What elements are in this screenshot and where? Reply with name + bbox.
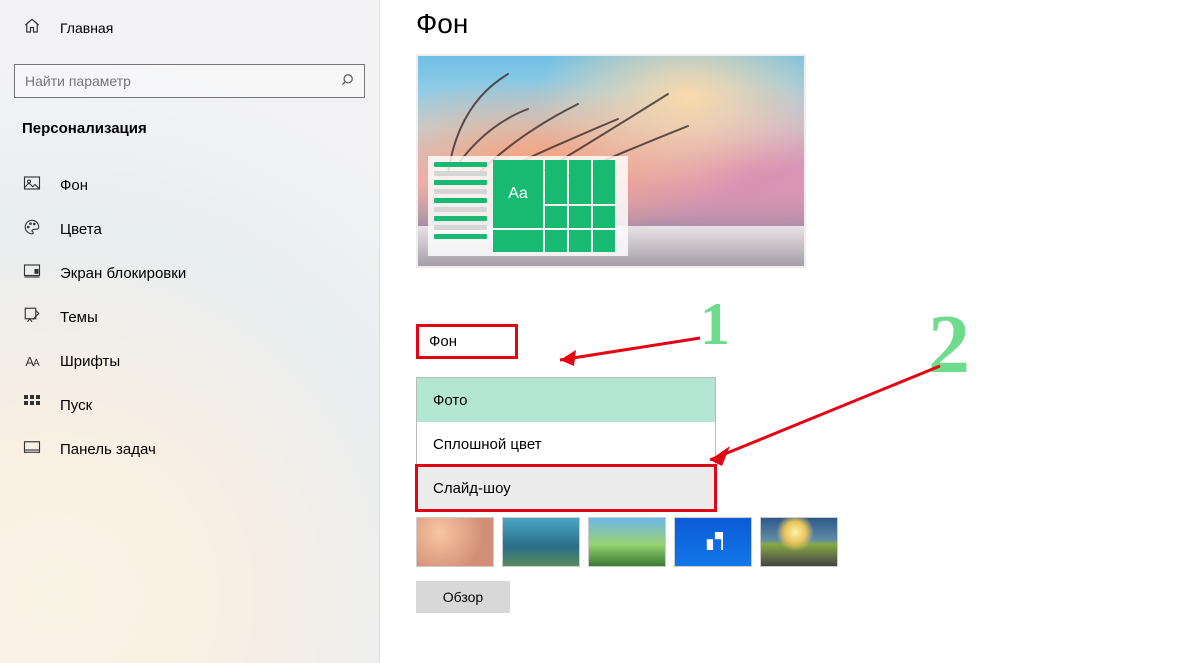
- lockscreen-icon: [22, 263, 42, 284]
- sidebar-item-label: Темы: [60, 309, 98, 326]
- taskbar-icon: [22, 440, 42, 459]
- page-title: Фон: [416, 8, 1200, 40]
- settings-sidebar: Главная Персонализация Фон Цвета Экран б…: [0, 0, 380, 663]
- dropdown-option-solid[interactable]: Сплошной цвет: [417, 422, 715, 466]
- sidebar-item-themes[interactable]: Темы: [0, 295, 379, 339]
- dropdown-option-slideshow[interactable]: Слайд-шоу: [417, 466, 715, 510]
- sidebar-item-background[interactable]: Фон: [0, 163, 379, 207]
- sidebar-item-label: Фон: [60, 177, 88, 194]
- sidebar-item-label: Экран блокировки: [60, 265, 186, 282]
- search-input[interactable]: [25, 73, 340, 89]
- dropdown-option-label: Сплошной цвет: [433, 436, 542, 453]
- sidebar-items: Фон Цвета Экран блокировки Темы AA Шрифт…: [0, 145, 379, 471]
- sidebar-item-label: Панель задач: [60, 441, 156, 458]
- background-thumbnail[interactable]: [760, 517, 838, 567]
- sidebar-item-label: Цвета: [60, 221, 102, 238]
- themes-icon: [22, 306, 42, 329]
- background-type-dropdown[interactable]: Фото Сплошной цвет Слайд-шоу: [416, 377, 716, 511]
- search-box[interactable]: [14, 64, 365, 98]
- preview-tile-text: Aa: [493, 160, 543, 228]
- dropdown-option-label: Слайд-шоу: [433, 480, 511, 497]
- background-thumbnail[interactable]: [502, 517, 580, 567]
- fonts-icon: AA: [22, 354, 42, 369]
- picture-icon: [22, 175, 42, 196]
- sidebar-item-colors[interactable]: Цвета: [0, 207, 379, 251]
- sidebar-home-label: Главная: [60, 20, 113, 36]
- sidebar-item-label: Пуск: [60, 397, 92, 414]
- recent-backgrounds: [416, 517, 1200, 567]
- background-thumbnail[interactable]: [588, 517, 666, 567]
- home-icon: [22, 17, 42, 40]
- theme-preview-overlay: Aa: [428, 156, 628, 256]
- search-icon: [340, 73, 354, 90]
- sidebar-item-lockscreen[interactable]: Экран блокировки: [0, 251, 379, 295]
- start-icon: [22, 395, 42, 416]
- background-thumbnail[interactable]: [674, 517, 752, 567]
- background-dropdown-area: Фон Фото Сплошной цвет Слайд-шоу: [416, 324, 736, 511]
- palette-icon: [22, 218, 42, 241]
- sidebar-item-fonts[interactable]: AA Шрифты: [0, 339, 379, 383]
- sidebar-item-start[interactable]: Пуск: [0, 383, 379, 427]
- sidebar-section-title: Персонализация: [0, 106, 379, 145]
- browse-button-label: Обзор: [443, 589, 483, 605]
- background-section-label: Фон: [416, 324, 518, 359]
- background-preview: Aa: [416, 54, 806, 268]
- background-thumbnail[interactable]: [416, 517, 494, 567]
- main-content: Фон Aa Фон: [380, 0, 1200, 663]
- sidebar-item-taskbar[interactable]: Панель задач: [0, 427, 379, 471]
- sidebar-home[interactable]: Главная: [0, 8, 379, 48]
- sidebar-item-label: Шрифты: [60, 353, 120, 370]
- dropdown-option-label: Фото: [433, 392, 467, 409]
- dropdown-option-photo[interactable]: Фото: [417, 378, 715, 422]
- browse-button[interactable]: Обзор: [416, 581, 510, 613]
